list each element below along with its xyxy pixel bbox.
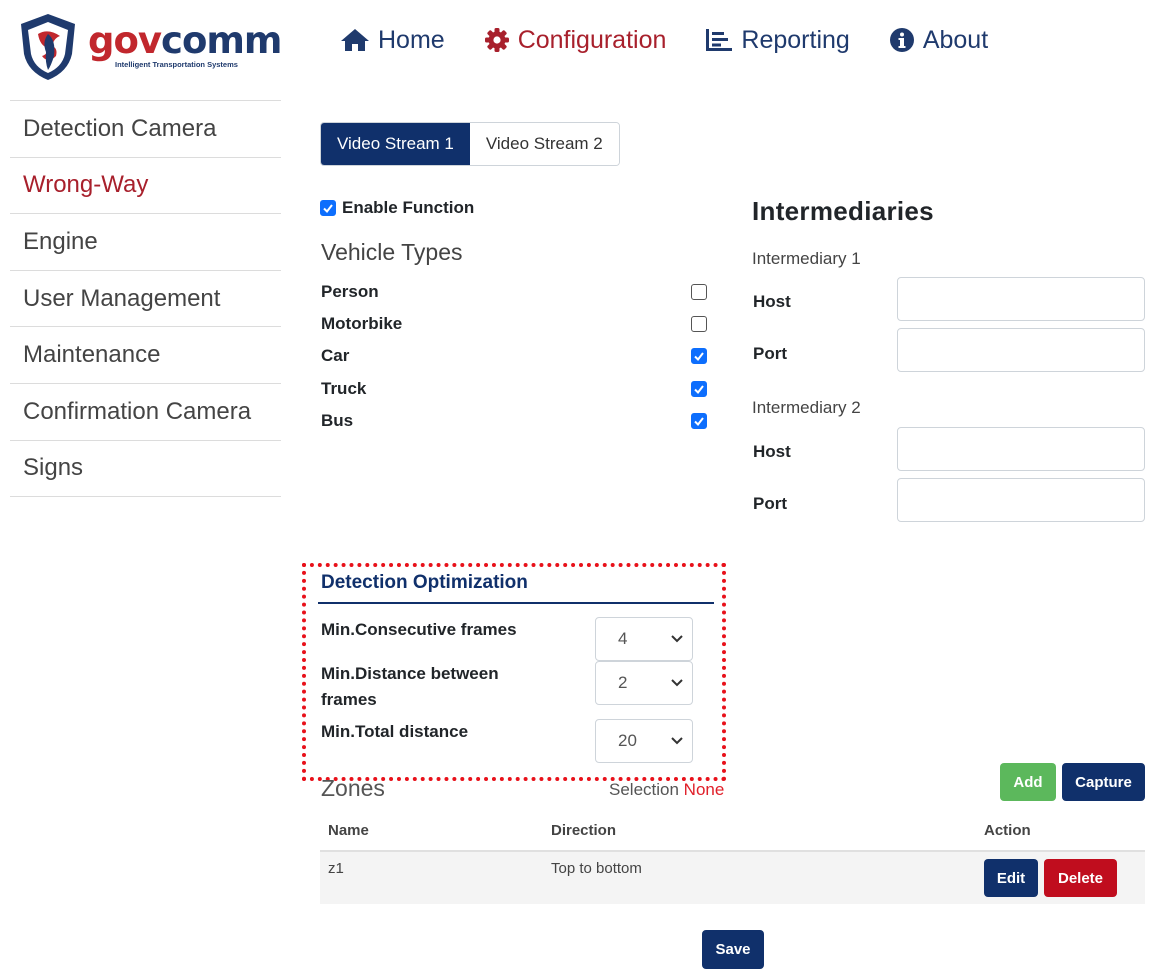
chart-bar-icon bbox=[706, 29, 733, 51]
sidebar-item-detection-camera[interactable]: Detection Camera bbox=[10, 101, 281, 158]
vehicle-type-row: Person bbox=[321, 280, 707, 304]
vehicle-type-label: Truck bbox=[321, 379, 367, 398]
vehicle-types-title: Vehicle Types bbox=[321, 239, 463, 265]
sidebar-item-confirmation-camera[interactable]: Confirmation Camera bbox=[10, 384, 281, 441]
vehicle-type-label: Person bbox=[321, 282, 379, 301]
min-consecutive-frames-select[interactable]: 4 bbox=[595, 617, 693, 661]
edit-zone-button[interactable]: Edit bbox=[984, 859, 1038, 897]
column-header-direction: Direction bbox=[551, 822, 617, 839]
intermediary-1-title: Intermediary 1 bbox=[752, 249, 861, 268]
column-header-action: Action bbox=[984, 822, 1031, 839]
brand-comm: comm bbox=[161, 19, 282, 62]
vehicle-type-bus-checkbox[interactable] bbox=[691, 413, 707, 429]
save-button[interactable]: Save bbox=[702, 930, 764, 969]
nav-home-label: Home bbox=[378, 25, 445, 54]
shield-logo-icon bbox=[21, 14, 75, 80]
intermediary-2-port-label: Port bbox=[753, 494, 787, 513]
nav-configuration[interactable]: Configuration bbox=[484, 25, 667, 55]
min-distance-between-frames-label: Min.Distance between frames bbox=[321, 664, 499, 709]
intermediary-2-port-input[interactable] bbox=[897, 478, 1145, 522]
govcomm-logo: govcomm Intelligent Transportation Syste… bbox=[18, 12, 283, 82]
intermediary-2-title: Intermediary 2 bbox=[752, 398, 861, 417]
nav-configuration-label: Configuration bbox=[517, 25, 667, 54]
tab-video-stream-2[interactable]: Video Stream 2 bbox=[469, 123, 619, 165]
selection-label: Selection bbox=[609, 780, 679, 799]
check-icon bbox=[694, 385, 704, 395]
intermediary-1-host-label: Host bbox=[753, 292, 791, 311]
intermediary-2-host-label: Host bbox=[753, 442, 791, 461]
intermediary-2-host-input[interactable] bbox=[897, 427, 1145, 471]
detection-optimization-title: Detection Optimization bbox=[321, 572, 528, 593]
chevron-down-icon bbox=[671, 635, 683, 643]
vehicle-type-row: Bus bbox=[321, 409, 707, 433]
top-nav: Home Configuration Reporting About bbox=[340, 22, 1027, 58]
zone-selection-status: Selection None bbox=[609, 780, 724, 800]
sidebar-item-signs[interactable]: Signs bbox=[10, 441, 281, 498]
select-value: 20 bbox=[618, 731, 637, 750]
select-value: 2 bbox=[618, 673, 628, 692]
nav-about[interactable]: About bbox=[889, 26, 988, 55]
home-icon bbox=[341, 29, 369, 51]
sidebar-item-user-management[interactable]: User Management bbox=[10, 271, 281, 328]
check-icon bbox=[694, 352, 704, 362]
check-icon bbox=[694, 417, 704, 427]
sidebar-item-engine[interactable]: Engine bbox=[10, 214, 281, 271]
add-zone-button[interactable]: Add bbox=[1000, 763, 1056, 801]
intermediary-1-port-label: Port bbox=[753, 344, 787, 363]
nav-about-label: About bbox=[922, 25, 989, 54]
select-value: 4 bbox=[618, 629, 628, 648]
vehicle-type-label: Motorbike bbox=[321, 314, 403, 333]
info-circle-icon bbox=[889, 28, 914, 52]
intermediary-1-port-input[interactable] bbox=[897, 328, 1145, 372]
gear-icon bbox=[484, 28, 509, 52]
sidebar: Detection Camera Wrong-Way Engine User M… bbox=[10, 100, 281, 498]
column-header-name: Name bbox=[328, 822, 369, 839]
section-divider bbox=[318, 602, 714, 604]
vehicle-type-person-checkbox[interactable] bbox=[691, 284, 707, 300]
brand-gov: gov bbox=[88, 19, 162, 62]
brand-name: govcomm bbox=[88, 19, 283, 62]
vehicle-type-label: Bus bbox=[321, 411, 354, 430]
brand-tagline: Intelligent Transportation Systems bbox=[115, 60, 238, 69]
zone-direction-cell: Top to bottom bbox=[551, 860, 642, 877]
nav-reporting[interactable]: Reporting bbox=[705, 25, 850, 55]
intermediaries-title: Intermediaries bbox=[752, 196, 934, 226]
nav-reporting-label: Reporting bbox=[741, 25, 850, 54]
vehicle-type-truck-checkbox[interactable] bbox=[691, 381, 707, 397]
min-total-distance-select[interactable]: 20 bbox=[595, 719, 693, 763]
chevron-down-icon bbox=[671, 679, 683, 687]
min-distance-between-frames-select[interactable]: 2 bbox=[595, 661, 693, 705]
min-consecutive-frames-label: Min.Consecutive frames bbox=[321, 620, 517, 639]
vehicle-type-row: Truck bbox=[321, 377, 707, 401]
vehicle-type-row: Car bbox=[321, 344, 707, 368]
enable-function-checkbox[interactable] bbox=[320, 200, 336, 216]
vehicle-type-car-checkbox[interactable] bbox=[691, 348, 707, 364]
sidebar-item-maintenance[interactable]: Maintenance bbox=[10, 327, 281, 384]
vehicle-type-row: Motorbike bbox=[321, 312, 707, 336]
chevron-down-icon bbox=[671, 737, 683, 745]
check-icon bbox=[323, 204, 333, 214]
delete-zone-button[interactable]: Delete bbox=[1044, 859, 1117, 897]
enable-function-label: Enable Function bbox=[342, 198, 475, 217]
nav-home[interactable]: Home bbox=[340, 26, 445, 55]
sidebar-item-wrong-way[interactable]: Wrong-Way bbox=[10, 158, 281, 215]
vehicle-type-motorbike-checkbox[interactable] bbox=[691, 316, 707, 332]
vehicle-type-label: Car bbox=[321, 346, 350, 365]
tab-video-stream-1[interactable]: Video Stream 1 bbox=[321, 123, 470, 165]
zone-name-cell: z1 bbox=[328, 860, 344, 877]
zones-title: Zones bbox=[321, 775, 385, 801]
capture-button[interactable]: Capture bbox=[1062, 763, 1145, 801]
enable-function-row: Enable Function bbox=[320, 198, 474, 218]
video-stream-tabs: Video Stream 1 Video Stream 2 bbox=[320, 122, 620, 166]
selection-value: None bbox=[683, 780, 725, 799]
intermediary-1-host-input[interactable] bbox=[897, 277, 1145, 321]
min-total-distance-label: Min.Total distance bbox=[321, 722, 469, 741]
